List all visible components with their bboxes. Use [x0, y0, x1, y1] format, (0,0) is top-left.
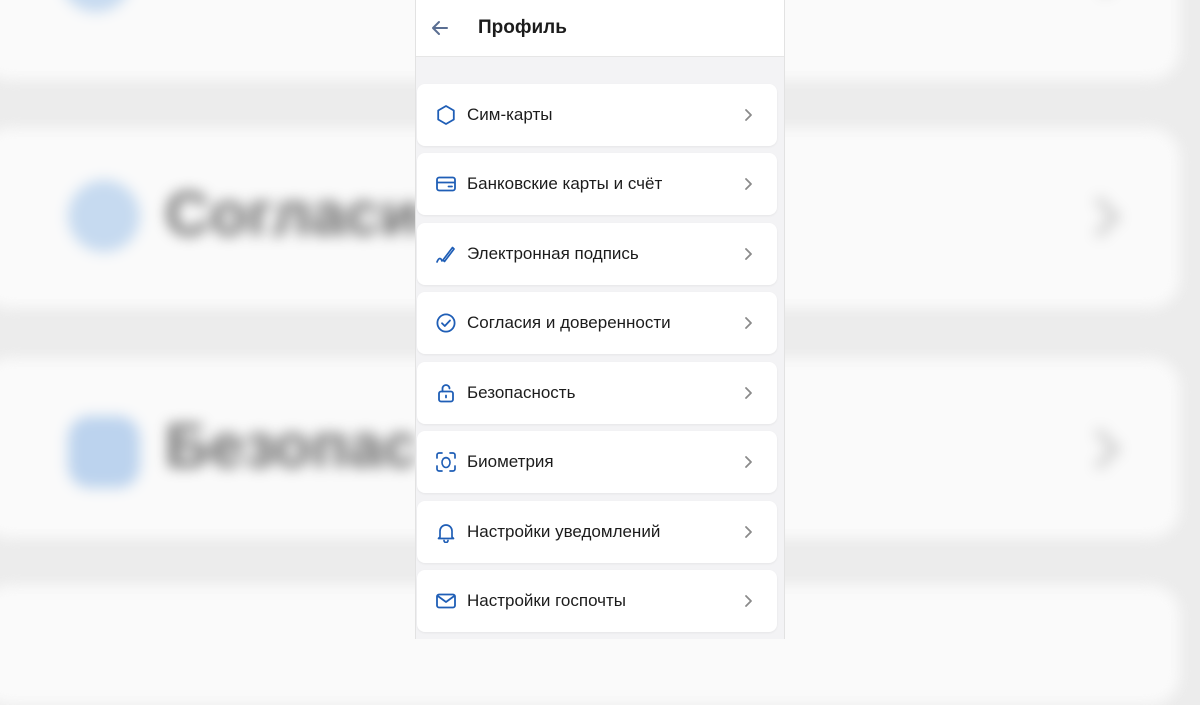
menu-item-biometrics[interactable]: Биометрия: [417, 431, 777, 493]
back-button[interactable]: [424, 12, 456, 44]
menu-item-label: Электронная подпись: [467, 244, 639, 263]
chevron-right-icon: [745, 317, 752, 329]
page-title: Профиль: [478, 17, 567, 38]
menu-item-label: Настройки уведомлений: [467, 522, 661, 541]
menu-item-bank-cards[interactable]: Банковские карты и счёт: [417, 153, 777, 215]
menu-item-notification-settings[interactable]: Настройки уведомлений: [417, 501, 777, 563]
menu-item-label: Биометрия: [467, 452, 554, 471]
menu-item-label: Настройки госпочты: [467, 591, 627, 610]
menu-item-security[interactable]: Безопасность: [417, 362, 777, 424]
profile-screen: Профиль Сим-карты Банковские карты и счё…: [415, 0, 785, 639]
lock-icon: [438, 384, 454, 403]
chevron-right-icon: [745, 526, 752, 538]
check-circle-icon: [436, 313, 456, 333]
bg-icon: [60, 0, 132, 12]
chevron-right-icon: [745, 595, 752, 607]
pen-signature-icon: [436, 246, 455, 263]
chevron-right-icon: [745, 109, 752, 121]
bg-icon: [68, 180, 140, 252]
face-scan-icon: [436, 452, 456, 472]
chevron-right-icon: [745, 456, 752, 468]
bg-chevron-icon: [1078, 195, 1122, 239]
chevron-right-icon: [745, 387, 752, 399]
arrow-left-icon: [432, 21, 448, 35]
menu-item-sim-cards[interactable]: Сим-карты: [417, 84, 777, 146]
menu-item-label: Согласия и доверенности: [467, 313, 671, 332]
menu-item-label: Безопасность: [467, 383, 576, 402]
menu-item-consents[interactable]: Согласия и доверенности: [417, 292, 777, 354]
bell-icon: [437, 524, 455, 543]
bg-text: Безопас: [165, 412, 418, 481]
menu-item-label: Банковские карты и счёт: [467, 174, 663, 193]
chevron-right-icon: [745, 248, 752, 260]
bg-text: Согласие: [165, 180, 453, 249]
menu-item-label: Сим-карты: [467, 105, 553, 124]
menu-item-mail-settings[interactable]: Настройки госпочты: [417, 570, 777, 632]
mail-icon: [436, 593, 456, 609]
bank-card-icon: [436, 176, 456, 192]
top-bar: Профиль: [416, 0, 784, 57]
menu-item-e-signature[interactable]: Электронная подпись: [417, 223, 777, 285]
bg-chevron-icon: [1078, 427, 1122, 471]
hexagon-icon: [437, 105, 455, 125]
chevron-right-icon: [745, 178, 752, 190]
bg-icon: [68, 416, 140, 488]
